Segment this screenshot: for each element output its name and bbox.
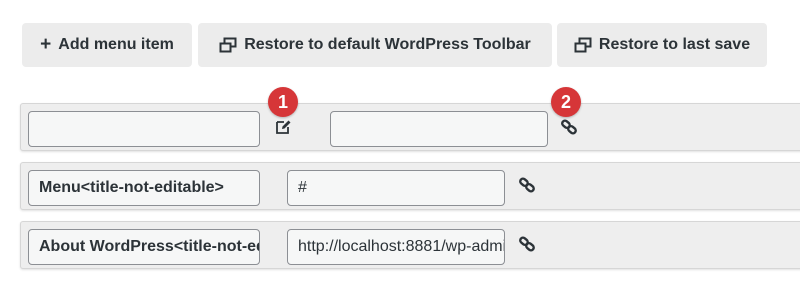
- menu-item-url-input[interactable]: http://localhost:8881/wp-admin/about.php: [287, 229, 505, 265]
- add-menu-item-label: Add menu item: [58, 36, 174, 53]
- menu-item-url-input[interactable]: #: [287, 170, 505, 206]
- restore-default-toolbar-label: Restore to default WordPress Toolbar: [244, 36, 531, 53]
- menu-item-title-input[interactable]: Menu<title-not-editable>: [28, 170, 260, 206]
- chain-link-icon[interactable]: [560, 118, 578, 136]
- menu-item-row: About WordPress<title-not-editable> http…: [20, 221, 800, 269]
- step-badge-1: 1: [268, 87, 298, 117]
- restore-window-icon: [574, 37, 592, 53]
- menu-item-row-new: [20, 103, 800, 151]
- chain-link-icon[interactable]: [518, 176, 536, 194]
- restore-last-save-button[interactable]: Restore to last save: [557, 23, 767, 67]
- edit-pencil-icon[interactable]: [274, 118, 292, 136]
- restore-window-icon: [219, 37, 237, 53]
- menu-item-row: Menu<title-not-editable> #: [20, 162, 800, 210]
- menu-item-title-input[interactable]: [28, 111, 260, 147]
- restore-last-save-label: Restore to last save: [598, 36, 751, 53]
- menu-item-title-input[interactable]: About WordPress<title-not-editable>: [28, 229, 260, 265]
- plus-icon: +: [40, 33, 52, 55]
- restore-default-toolbar-button[interactable]: Restore to default WordPress Toolbar: [198, 23, 552, 67]
- add-menu-item-button[interactable]: + Add menu item: [22, 23, 192, 67]
- step-badge-2: 2: [551, 87, 581, 117]
- menu-item-url-input[interactable]: [330, 111, 548, 147]
- chain-link-icon[interactable]: [518, 235, 536, 253]
